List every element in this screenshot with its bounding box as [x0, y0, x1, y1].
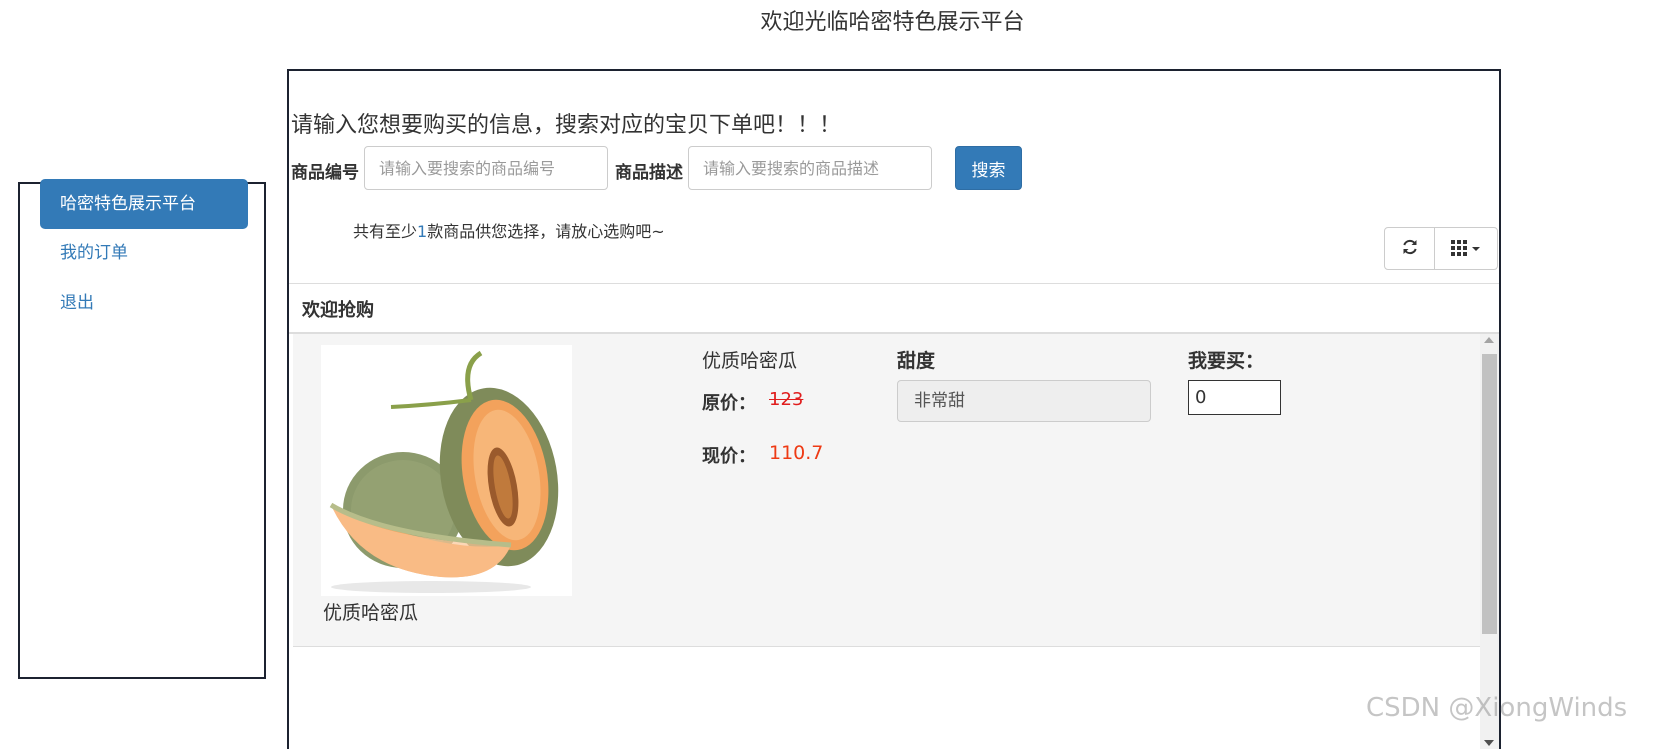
- main-panel: 请输入您想要购买的信息，搜索对应的宝贝下单吧！！！ 商品编号 商品描述 搜索 共…: [287, 69, 1501, 749]
- original-price-label: 原价：: [702, 393, 756, 414]
- product-desc-input[interactable]: [688, 146, 932, 190]
- melon-illustration: [329, 350, 559, 593]
- refresh-button[interactable]: [1384, 227, 1435, 270]
- count-suffix: 款商品供您选择，请放心选购吧~: [427, 222, 665, 241]
- product-desc-label: 商品描述: [615, 163, 683, 183]
- quantity-input[interactable]: [1188, 380, 1281, 415]
- product-row: 优质哈密瓜 优质哈密瓜 原价： 123 现价： 110.7 甜度 非常甜 我要买…: [293, 334, 1480, 647]
- scroll-down-arrow-icon[interactable]: [1484, 740, 1494, 746]
- scrollbar[interactable]: [1480, 334, 1499, 749]
- search-prompt: 请输入您想要购买的信息，搜索对应的宝贝下单吧！！！: [291, 113, 842, 138]
- scroll-thumb[interactable]: [1482, 354, 1497, 634]
- count-prefix: 共有至少: [353, 222, 418, 241]
- sweetness-field: 非常甜: [897, 380, 1151, 422]
- product-caption: 优质哈密瓜: [323, 602, 419, 624]
- sidebar-item-logout[interactable]: 退出: [40, 278, 248, 328]
- watermark: CSDN @XiongWinds: [1366, 693, 1628, 723]
- buy-label: 我要买：: [1188, 350, 1265, 372]
- original-price: 123: [769, 389, 804, 410]
- columns-toggle-button[interactable]: [1434, 227, 1498, 270]
- sidebar-item-orders[interactable]: 我的订单: [40, 228, 248, 278]
- section-title: 欢迎抢购: [302, 300, 374, 321]
- current-price-label: 现价：: [702, 446, 756, 467]
- product-name: 优质哈密瓜: [702, 350, 798, 372]
- product-code-input[interactable]: [364, 146, 608, 190]
- refresh-icon: [1402, 239, 1417, 255]
- product-image: [321, 345, 572, 596]
- sweetness-label: 甜度: [897, 350, 936, 372]
- grid-icon: [1451, 240, 1480, 256]
- sidebar: 哈密特色展示平台 我的订单 退出: [18, 179, 266, 679]
- page-title: 欢迎光临哈密特色展示平台: [760, 10, 1025, 35]
- search-button[interactable]: 搜索: [955, 146, 1022, 190]
- sidebar-item-platform[interactable]: 哈密特色展示平台: [40, 179, 248, 229]
- product-code-label: 商品编号: [291, 163, 359, 183]
- count-value: 1: [417, 222, 428, 241]
- scroll-up-arrow-icon[interactable]: [1484, 337, 1494, 343]
- toolbar-divider: [289, 283, 1499, 284]
- current-price: 110.7: [769, 442, 824, 464]
- product-count-text: 共有至少1款商品供您选择，请放心选购吧~: [353, 218, 665, 242]
